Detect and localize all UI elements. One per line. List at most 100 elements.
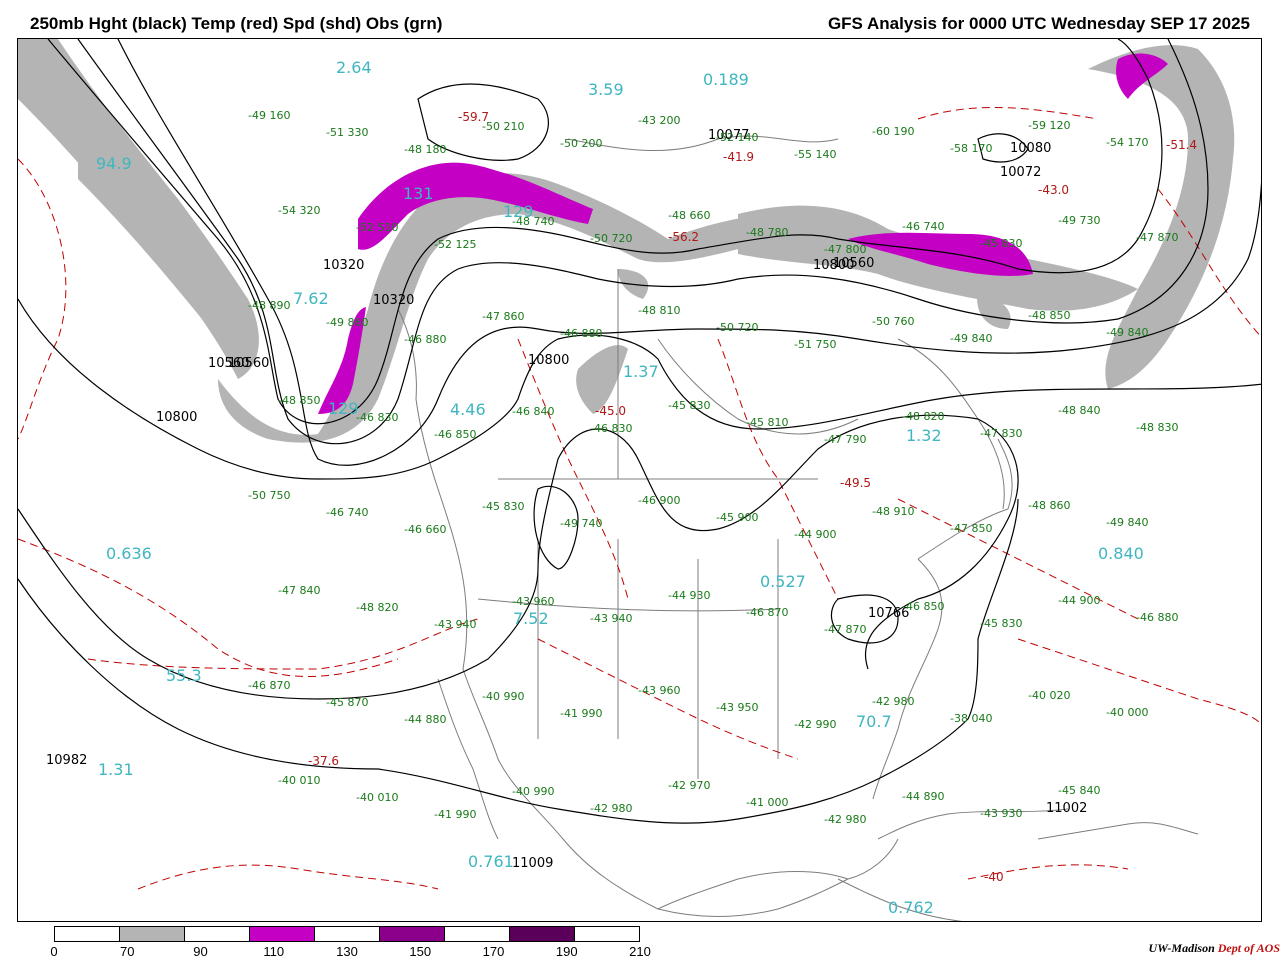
station-observation: -59 120 xyxy=(1028,119,1070,132)
temperature-extremum-label: -43.0 xyxy=(1038,183,1069,197)
station-observation: -60 190 xyxy=(872,125,914,138)
station-observation: -49 840 xyxy=(1106,516,1148,529)
station-observation: -41 990 xyxy=(434,808,476,821)
station-observation: -38 040 xyxy=(950,712,992,725)
station-observation: -46 880 xyxy=(1136,611,1178,624)
speed-colorbar xyxy=(54,926,640,942)
station-observation: -50 750 xyxy=(248,489,290,502)
station-observation: -46 830 xyxy=(590,422,632,435)
station-observation: -42 980 xyxy=(824,813,866,826)
temperature-extremum-label: -41.9 xyxy=(723,150,754,164)
station-observation: -51 750 xyxy=(794,338,836,351)
height-contour-label: 11009 xyxy=(512,856,553,871)
credit-university: UW-Madison xyxy=(1148,941,1215,955)
station-observation: -48 740 xyxy=(512,215,554,228)
station-observation: -48 820 xyxy=(356,601,398,614)
map-title: 250mb Hght (black) Temp (red) Spd (shd) … xyxy=(30,14,443,33)
colorbar-segment xyxy=(55,927,120,941)
colorbar-segment xyxy=(315,927,380,941)
station-observation: -47 830 xyxy=(980,427,1022,440)
station-observation: -45 830 xyxy=(980,617,1022,630)
speed-extremum-label: 3.59 xyxy=(588,80,624,99)
station-observation: -48 890 xyxy=(248,299,290,312)
station-observation: -58 170 xyxy=(950,142,992,155)
station-observation: -43 950 xyxy=(716,701,758,714)
station-observation: -44 890 xyxy=(902,790,944,803)
station-observation: -46 880 xyxy=(404,333,446,346)
station-observation: -40 020 xyxy=(1028,689,1070,702)
station-observation: -45 900 xyxy=(716,511,758,524)
station-observation: -47 800 xyxy=(824,243,866,256)
station-observation: -41 000 xyxy=(746,796,788,809)
station-observation: -47 860 xyxy=(482,310,524,323)
station-observation: -46 850 xyxy=(902,600,944,613)
colorbar-tick-label: 0 xyxy=(50,944,58,959)
station-observation: -43 200 xyxy=(638,114,680,127)
station-observation: -48 820 xyxy=(902,410,944,423)
station-observation: -44 900 xyxy=(1058,594,1100,607)
speed-extremum-label: 7.52 xyxy=(513,609,549,628)
station-observation: -52 510 xyxy=(356,221,398,234)
station-observation: -54 170 xyxy=(1106,136,1148,149)
station-observation: -48 830 xyxy=(1136,421,1178,434)
speed-extrema-labels: 94.9 7.62 131 4.46 0.636 55.3 1.31 0.761 0.762 70… xyxy=(96,58,1144,917)
station-observation: -45 810 xyxy=(746,416,788,429)
station-observation: -46 840 xyxy=(512,405,554,418)
speed-extremum-label: 0.527 xyxy=(760,572,806,591)
temperature-extremum-label: -56.2 xyxy=(668,230,699,244)
station-observation: -44 900 xyxy=(794,528,836,541)
colorbar-tick-label: 150 xyxy=(409,944,432,959)
station-observation: -50 210 xyxy=(482,120,524,133)
speed-extremum-label: 4.46 xyxy=(450,400,486,419)
colorbar-tick-label: 190 xyxy=(555,944,578,959)
station-observation: -42 980 xyxy=(872,695,914,708)
station-observation: -52 140 xyxy=(716,131,758,144)
temperature-extremum-label: -40 xyxy=(984,870,1004,884)
station-observation: -48 780 xyxy=(746,226,788,239)
speed-extremum-label: 0.761 xyxy=(468,852,514,871)
speed-extremum-label: 0.189 xyxy=(703,70,749,89)
station-observation: -45 830 xyxy=(980,237,1022,250)
station-observation: -50 760 xyxy=(872,315,914,328)
colorbar-tick-label: 130 xyxy=(336,944,358,959)
station-observation: -46 660 xyxy=(404,523,446,536)
height-contour-label: 11002 xyxy=(1046,801,1087,816)
station-observation: -55 140 xyxy=(794,148,836,161)
station-observation: -47 850 xyxy=(950,522,992,535)
station-observation: -47 870 xyxy=(1136,231,1178,244)
height-contour-label: 10800 xyxy=(528,353,569,368)
station-observation: -40 010 xyxy=(278,774,320,787)
station-observation: -48 180 xyxy=(404,143,446,156)
temperature-extremum-label: -37.6 xyxy=(308,754,339,768)
speed-extremum-label: 2.64 xyxy=(336,58,372,77)
station-observation: -46 880 xyxy=(560,327,602,340)
station-observation: -49 740 xyxy=(560,517,602,530)
speed-extremum-label: 131 xyxy=(403,184,434,203)
weather-map: 10320 10560 10800 10560 10800 10800 10766 10982… xyxy=(17,38,1262,922)
colorbar-tick-label: 90 xyxy=(193,944,208,959)
height-contour-label: 10320 xyxy=(373,293,414,308)
height-contour-label: 10072 xyxy=(1000,165,1041,180)
station-observation: -43 930 xyxy=(980,807,1022,820)
station-observation: -47 790 xyxy=(824,433,866,446)
station-observation: -41 990 xyxy=(560,707,602,720)
station-observation: -54 320 xyxy=(278,204,320,217)
colorbar-tick-label: 110 xyxy=(263,944,285,959)
speed-extremum-label: 55.3 xyxy=(166,666,202,685)
colorbar-tick-label: 210 xyxy=(629,944,651,959)
station-observation: -42 970 xyxy=(668,779,710,792)
speed-extremum-label: 0.840 xyxy=(1098,544,1144,563)
temperature-extremum-label: -51.4 xyxy=(1166,138,1197,152)
station-observation: -40 990 xyxy=(482,690,524,703)
station-observation: -48 850 xyxy=(278,394,320,407)
colorbar-tick-label: 170 xyxy=(482,944,505,959)
colorbar-segment xyxy=(510,927,575,941)
speed-extremum-label: 1.31 xyxy=(98,760,134,779)
station-observation: -48 660 xyxy=(668,209,710,222)
station-observation: -48 810 xyxy=(638,304,680,317)
temperature-extremum-label: -49.5 xyxy=(840,476,871,490)
station-observation: -46 830 xyxy=(356,411,398,424)
station-observation: -47 870 xyxy=(824,623,866,636)
height-contour-label: 10560 xyxy=(228,356,269,371)
station-observation: -45 870 xyxy=(326,696,368,709)
